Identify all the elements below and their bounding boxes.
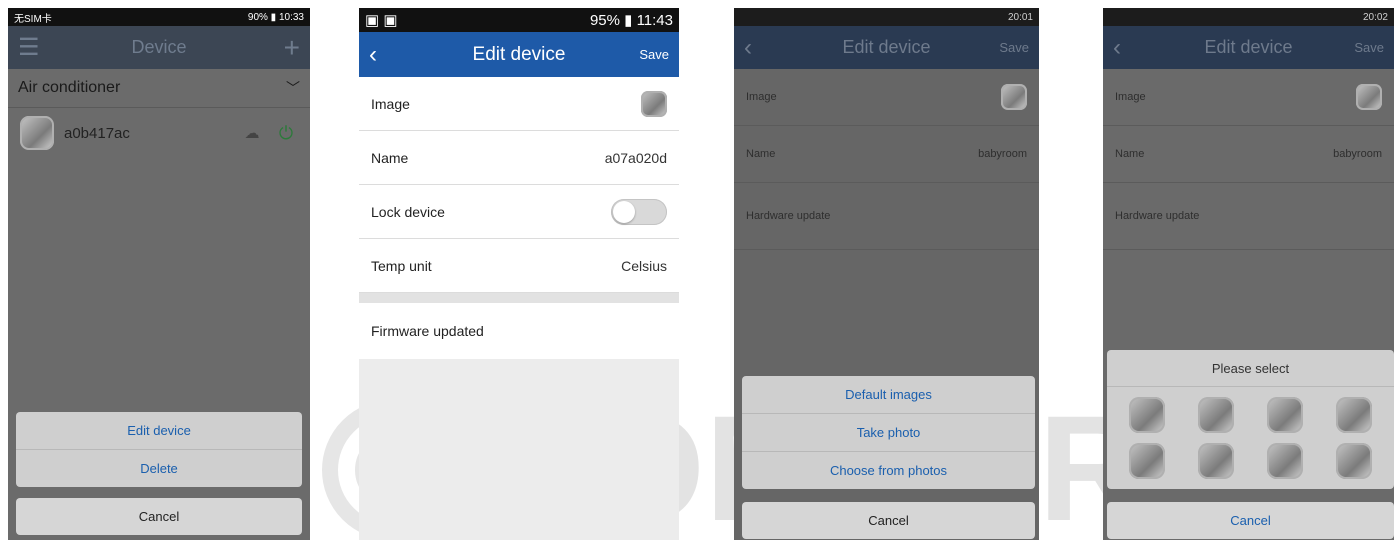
- lock-row: Lock device: [359, 185, 679, 239]
- save-button[interactable]: Save: [1354, 40, 1384, 55]
- image-option[interactable]: [1129, 397, 1166, 433]
- take-photo-button[interactable]: Take photo: [742, 414, 1035, 452]
- image-select-panel: Please select: [1107, 350, 1394, 489]
- top-nav: ‹ Edit device Save: [359, 32, 679, 77]
- name-value: babyroom: [978, 148, 1027, 160]
- name-label: Name: [1115, 148, 1145, 160]
- cancel-sheet: Cancel: [16, 498, 302, 535]
- device-name: a0b417ac: [64, 124, 130, 142]
- lock-toggle[interactable]: [611, 198, 667, 225]
- carrier-text: 无SIM卡: [14, 13, 52, 25]
- image-option[interactable]: [1335, 397, 1372, 433]
- status-right-text: 90% ▮ 10:33: [247, 11, 304, 23]
- phone-image-picker: 20:02 ‹ Edit device Save Image Name baby…: [1103, 8, 1394, 540]
- image-label: Image: [746, 91, 777, 103]
- temp-unit-value: Celsius: [621, 257, 667, 274]
- image-option[interactable]: [1129, 443, 1166, 479]
- plus-icon[interactable]: +: [284, 32, 300, 64]
- page-title: Edit device: [472, 43, 566, 65]
- status-right-text: 20:02: [1362, 11, 1388, 23]
- status-right-text: 95% ▮ 11:43: [589, 12, 673, 29]
- cancel-button[interactable]: Cancel: [1107, 502, 1394, 539]
- edit-device-button[interactable]: Edit device: [16, 412, 302, 450]
- name-row[interactable]: Name babyroom: [1103, 126, 1394, 183]
- image-row[interactable]: Image: [359, 77, 679, 131]
- image-option[interactable]: [1335, 443, 1372, 479]
- phone-image-options: 20:01 ‹ Edit device Save Image Name baby…: [734, 8, 1039, 540]
- name-row[interactable]: Name a07a020d: [359, 131, 679, 185]
- hamburger-icon[interactable]: ☰: [18, 33, 40, 62]
- name-value: a07a020d: [604, 149, 667, 166]
- status-bar: 无SIM卡 90% ▮ 10:33: [8, 8, 310, 26]
- name-label: Name: [371, 149, 409, 166]
- action-sheet: Edit device Delete: [16, 412, 302, 487]
- page-title: Edit device: [842, 37, 931, 57]
- device-thumbnail: [20, 116, 54, 150]
- image-label: Image: [1115, 91, 1146, 103]
- section-divider: [359, 293, 679, 303]
- group-label: Air conditioner: [18, 79, 121, 96]
- select-title: Please select: [1107, 350, 1394, 387]
- image-source-sheet: Default images Take photo Choose from ph…: [742, 376, 1035, 489]
- default-images-button[interactable]: Default images: [742, 376, 1035, 414]
- image-row[interactable]: Image: [734, 69, 1039, 126]
- page-title: Device: [131, 37, 187, 57]
- choose-from-photos-button[interactable]: Choose from photos: [742, 452, 1035, 489]
- cancel-sheet: Cancel: [742, 502, 1035, 539]
- name-row[interactable]: Name babyroom: [734, 126, 1039, 183]
- image-option[interactable]: [1198, 397, 1235, 433]
- top-nav: ‹ Edit device Save: [1103, 26, 1394, 69]
- cloud-icon: ☁: [244, 125, 260, 142]
- lock-label: Lock device: [371, 203, 445, 220]
- phone-device-list: 无SIM卡 90% ▮ 10:33 ☰ Device + Air conditi…: [8, 8, 310, 540]
- list-item[interactable]: a0b417ac ☁ ⏻: [8, 108, 310, 158]
- image-option[interactable]: [1266, 443, 1303, 479]
- image-grid: [1107, 387, 1394, 489]
- status-bar: 20:01: [734, 8, 1039, 26]
- image-option[interactable]: [1198, 443, 1235, 479]
- phone-edit-device: ▣ ▣ 95% ▮ 11:43 ‹ Edit device Save Image…: [359, 8, 679, 540]
- page-title: Edit device: [1204, 37, 1293, 57]
- temp-unit-label: Temp unit: [371, 257, 432, 274]
- image-row[interactable]: Image: [1103, 69, 1394, 126]
- delete-button[interactable]: Delete: [16, 450, 302, 487]
- hardware-update-label: Hardware update: [1115, 210, 1200, 222]
- status-right-text: 20:01: [1007, 11, 1033, 23]
- cancel-button[interactable]: Cancel: [742, 502, 1035, 539]
- chevron-left-icon[interactable]: ‹: [369, 41, 377, 69]
- name-label: Name: [746, 148, 776, 160]
- cancel-button[interactable]: Cancel: [16, 498, 302, 535]
- image-option[interactable]: [1266, 397, 1303, 433]
- status-bar: 20:02: [1103, 8, 1394, 26]
- top-nav: ☰ Device +: [8, 26, 310, 69]
- device-image-thumbnail: [641, 90, 667, 117]
- device-image-thumbnail: [1356, 84, 1382, 110]
- name-value: babyroom: [1333, 148, 1382, 160]
- firmware-label: Firmware updated: [371, 323, 484, 339]
- hardware-update-row[interactable]: Hardware update: [1103, 183, 1394, 250]
- group-header[interactable]: Air conditioner ﹀: [8, 69, 310, 108]
- chevron-left-icon[interactable]: ‹: [744, 34, 752, 62]
- power-icon[interactable]: ⏻: [274, 123, 298, 144]
- chevron-left-icon[interactable]: ‹: [1113, 34, 1121, 62]
- save-button[interactable]: Save: [999, 40, 1029, 55]
- status-bar: ▣ ▣ 95% ▮ 11:43: [359, 8, 679, 32]
- firmware-row[interactable]: Firmware updated: [359, 303, 679, 359]
- cancel-sheet: Cancel: [1107, 502, 1394, 539]
- notification-icons: ▣ ▣: [365, 12, 398, 29]
- top-nav: ‹ Edit device Save: [734, 26, 1039, 69]
- image-label: Image: [371, 95, 410, 112]
- temp-unit-row[interactable]: Temp unit Celsius: [359, 239, 679, 293]
- hardware-update-label: Hardware update: [746, 210, 831, 222]
- chevron-down-icon: ﹀: [286, 80, 300, 96]
- hardware-update-row[interactable]: Hardware update: [734, 183, 1039, 250]
- device-image-thumbnail: [1001, 84, 1027, 110]
- save-button[interactable]: Save: [639, 47, 669, 62]
